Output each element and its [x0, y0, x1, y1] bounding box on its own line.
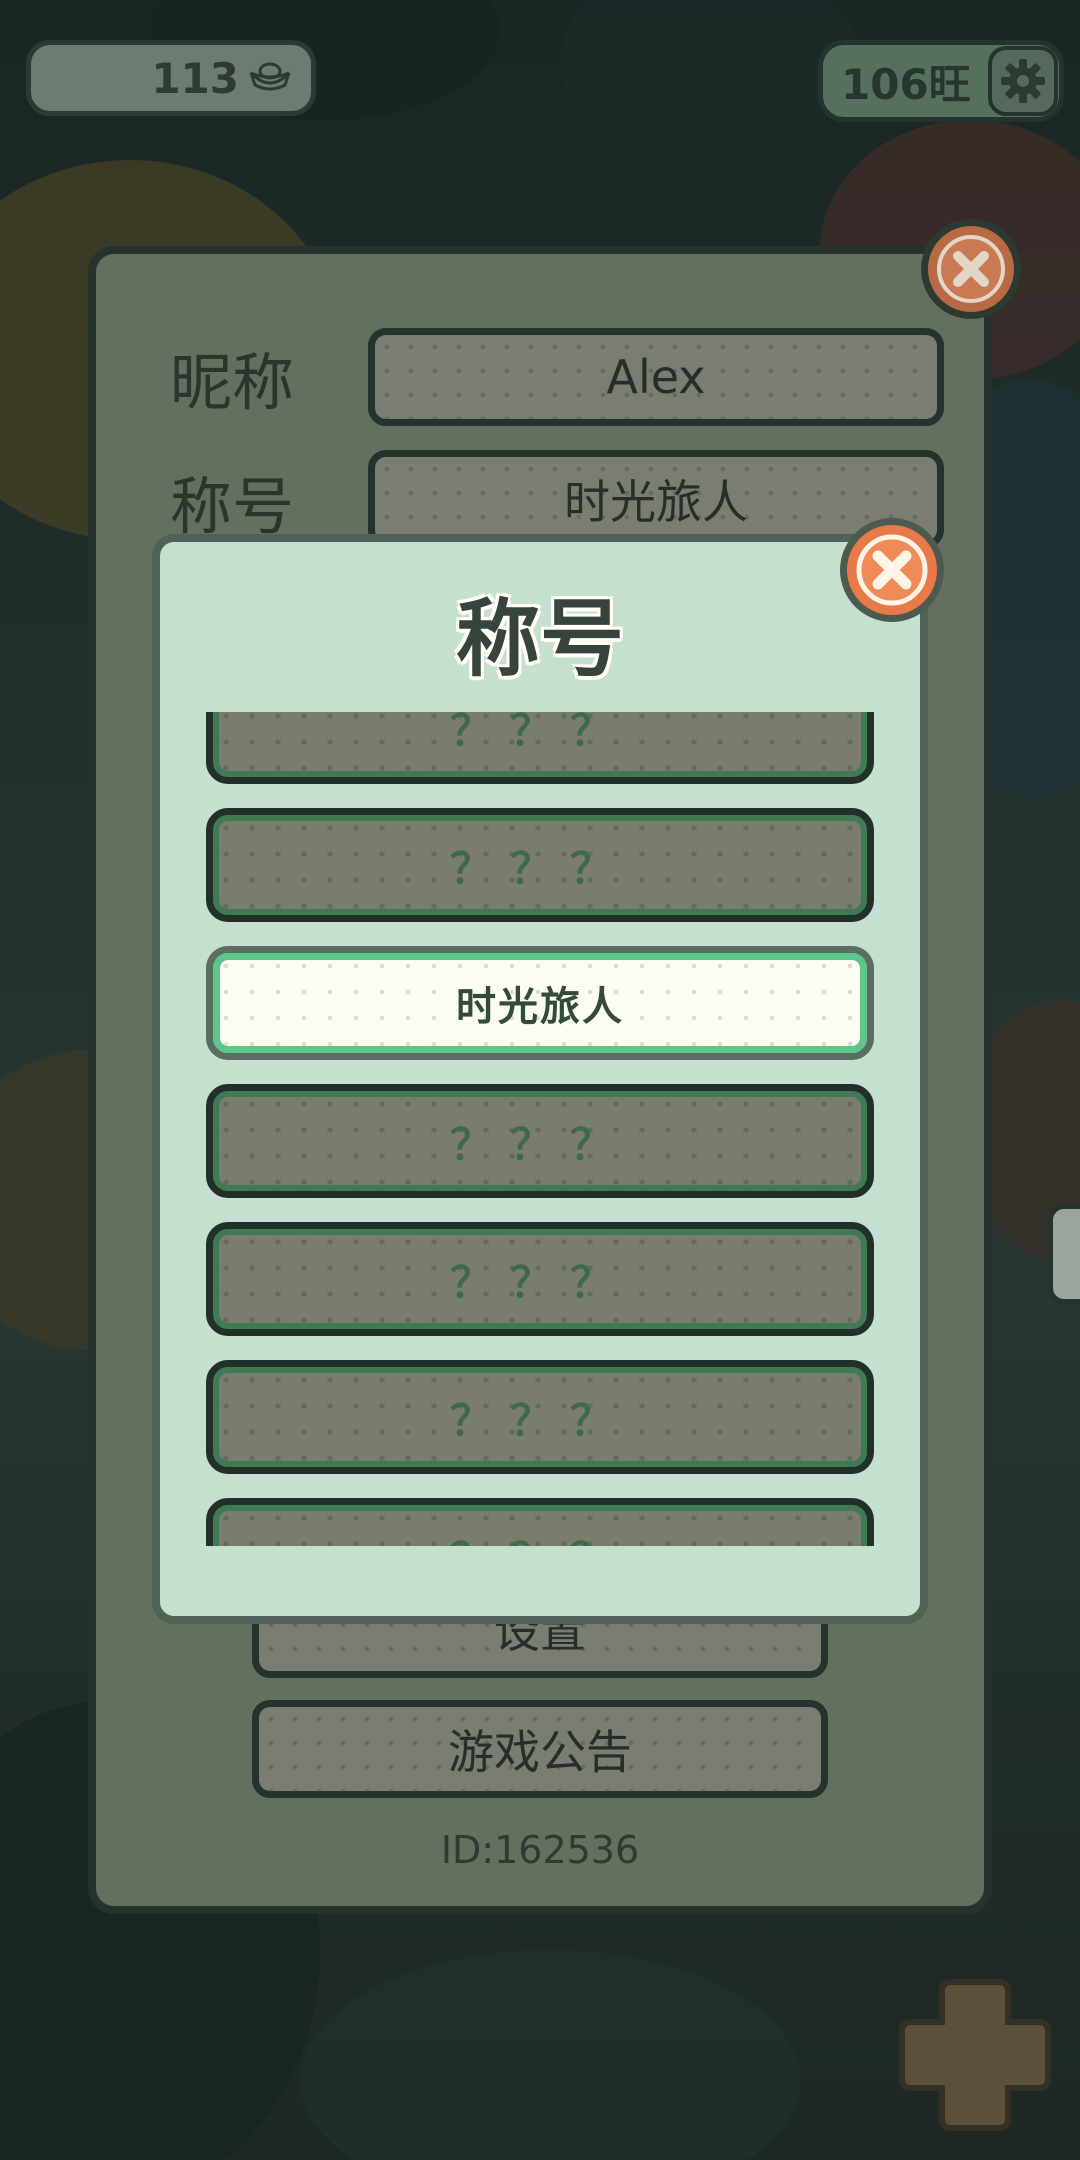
ingot-icon [247, 59, 293, 97]
title-option-selected[interactable]: 时光旅人 [206, 946, 874, 1060]
nickname-value: Alex [606, 350, 706, 404]
side-drawer-tab[interactable] [1048, 1204, 1080, 1304]
title-option-label: ？？？ [449, 712, 630, 755]
plus-icon [899, 1979, 1051, 2131]
title-option[interactable]: ？？？ [206, 1360, 874, 1474]
title-option-label: 时光旅人 [456, 984, 624, 1030]
title-option-label: ？？？ [449, 1257, 630, 1307]
modal-title: 称号 [455, 590, 624, 688]
profile-close-button[interactable] [916, 214, 1026, 324]
title-option[interactable]: ？？？ [206, 712, 874, 784]
title-option[interactable]: ？？？ [206, 1498, 874, 1546]
title-option-label: ？？？ [449, 1395, 630, 1445]
modal-close-button[interactable] [836, 514, 948, 626]
announcement-button[interactable]: 游戏公告 [252, 1700, 828, 1798]
title-label: 称号 [170, 470, 295, 543]
title-option-label: ？？？ [450, 1525, 630, 1547]
title-list[interactable]: ？？？ ？？？ 时光旅人 ？？？ ？？？ ？？？ ？？？ [206, 712, 874, 1546]
close-icon [921, 219, 1021, 319]
title-value: 时光旅人 [564, 475, 748, 529]
user-id: ID:162536 [440, 1828, 640, 1872]
settings-gear-button[interactable] [988, 46, 1058, 116]
title-option[interactable]: ？？？ [206, 1222, 874, 1336]
gear-icon [1001, 59, 1045, 103]
title-option[interactable]: ？？？ [206, 1084, 874, 1198]
title-option[interactable]: ？？？ [206, 808, 874, 922]
currency-value: 113 [151, 53, 239, 103]
title-option-label: ？？？ [449, 843, 630, 893]
wang-value: 106旺 [841, 59, 971, 109]
currency-counter: 113 [26, 40, 316, 116]
nickname-field[interactable]: Alex [368, 328, 944, 426]
nickname-label: 昵称 [170, 346, 295, 419]
announcement-button-label: 游戏公告 [448, 1725, 632, 1779]
title-option-label: ？？？ [449, 1119, 630, 1169]
close-icon [840, 518, 944, 622]
add-button[interactable] [890, 1962, 1060, 2132]
